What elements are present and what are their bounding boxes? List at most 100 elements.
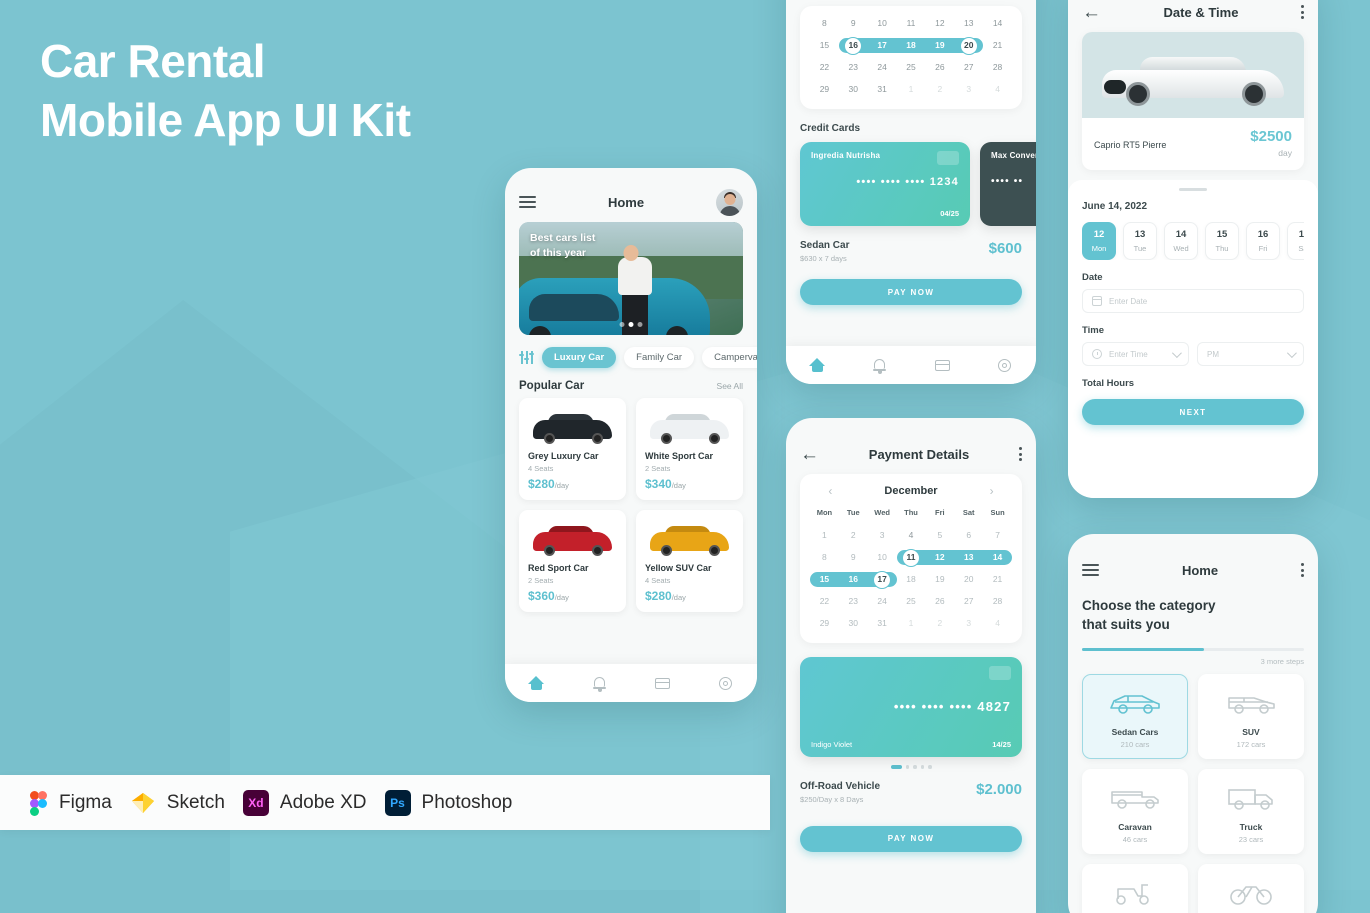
selected-car-card[interactable]: Caprio RT5 Pierre $2500 day (1082, 32, 1304, 170)
calendar-day-selected[interactable]: 17 (867, 38, 897, 53)
calendar-day[interactable]: 9 (839, 550, 868, 565)
calendar-day[interactable]: 4 (983, 82, 1012, 97)
calendar-day[interactable]: 4 (983, 616, 1012, 631)
bell-icon[interactable] (871, 357, 888, 374)
calendar-day[interactable]: 22 (810, 60, 839, 75)
avatar[interactable] (716, 188, 743, 216)
calendar-day-range-end[interactable]: 17 (867, 572, 897, 587)
calendar-day[interactable]: 3 (954, 616, 983, 631)
day-chip[interactable]: 17 Sat (1287, 222, 1304, 260)
category-card-caravan[interactable]: Caravan 46 cars (1082, 769, 1188, 855)
calendar-day[interactable]: 13 (954, 16, 983, 31)
carousel-dot[interactable] (619, 322, 625, 327)
calendar-day[interactable]: 15 (810, 38, 839, 53)
chevron-right-icon[interactable]: › (990, 484, 994, 498)
day-chip[interactable]: 16 Fri (1246, 222, 1280, 260)
calendar-day[interactable]: 3 (954, 82, 983, 97)
day-chip-selected[interactable]: 12 Mon (1082, 222, 1116, 260)
calendar-day-selected[interactable]: 14 (983, 550, 1012, 565)
calendar-day[interactable]: 5 (925, 528, 954, 543)
calendar-day[interactable]: 23 (839, 60, 868, 75)
calendar-day[interactable]: 12 (925, 16, 954, 31)
home-icon[interactable] (528, 675, 545, 692)
calendar-day[interactable]: 31 (868, 82, 897, 97)
calendar-day[interactable]: 7 (983, 528, 1012, 543)
calendar-day[interactable]: 8 (810, 550, 839, 565)
hero-banner[interactable]: Best cars list of this year (519, 222, 743, 335)
calendar-day[interactable]: 26 (925, 594, 954, 609)
gear-icon[interactable] (717, 675, 734, 692)
sliders-icon[interactable] (519, 350, 534, 365)
carousel-dot[interactable] (928, 765, 932, 769)
next-button[interactable]: NEXT (1082, 399, 1304, 425)
calendar-day[interactable]: 2 (925, 82, 954, 97)
calendar-day[interactable]: 1 (897, 616, 926, 631)
chevron-down-icon[interactable] (1171, 347, 1182, 358)
card-icon[interactable] (934, 357, 951, 374)
calendar-day[interactable]: 3 (868, 528, 897, 543)
calendar-day[interactable]: 27 (954, 594, 983, 609)
day-chip[interactable]: 14 Wed (1164, 222, 1198, 260)
calendar-day[interactable]: 28 (983, 60, 1012, 75)
category-card-suv[interactable]: SUV 172 cars (1198, 674, 1304, 760)
category-card-truck[interactable]: Truck 23 cars (1198, 769, 1304, 855)
hamburger-icon[interactable] (519, 193, 536, 211)
day-chip[interactable]: 15 Thu (1205, 222, 1239, 260)
car-card[interactable]: Yellow SUV Car 4 Seats $280/day (636, 510, 743, 612)
calendar-day[interactable]: 2 (925, 616, 954, 631)
calendar-day[interactable]: 24 (868, 60, 897, 75)
calendar-day[interactable]: 6 (954, 528, 983, 543)
kebab-icon[interactable] (1301, 560, 1304, 579)
calendar-day[interactable]: 20 (954, 572, 983, 587)
banner-carousel-dots[interactable] (619, 322, 643, 327)
calendar-day[interactable]: 4 (897, 528, 926, 543)
pay-now-button[interactable]: PAY NOW (800, 825, 1022, 852)
calendar-day[interactable]: 11 (897, 16, 926, 31)
calendar-day[interactable]: 23 (839, 594, 868, 609)
credit-card[interactable]: Max Convers •••• •• (980, 142, 1036, 226)
card-icon[interactable] (654, 675, 671, 692)
calendar-day[interactable]: 30 (839, 616, 868, 631)
filter-chip-family-car[interactable]: Family Car (624, 347, 695, 368)
chevron-down-icon[interactable] (1286, 347, 1297, 358)
calendar-day[interactable]: 14 (983, 16, 1012, 31)
hamburger-icon[interactable] (1082, 561, 1099, 579)
date-input[interactable]: Enter Date (1082, 289, 1304, 313)
calendar-day[interactable]: 28 (983, 594, 1012, 609)
back-arrow-icon[interactable]: ← (1082, 3, 1101, 22)
kebab-icon[interactable] (1019, 444, 1022, 463)
calendar-day[interactable]: 25 (897, 60, 926, 75)
calendar-day[interactable]: 19 (925, 572, 954, 587)
time-input[interactable]: Enter Time (1082, 342, 1189, 366)
filter-chip-luxury-car[interactable]: Luxury Car (542, 347, 617, 368)
carousel-dot-active[interactable] (890, 765, 902, 769)
back-arrow-icon[interactable]: ← (800, 445, 819, 464)
sheet-grabber[interactable] (1179, 188, 1207, 191)
car-card[interactable]: Red Sport Car 2 Seats $360/day (519, 510, 626, 612)
calendar-day[interactable]: 25 (897, 594, 926, 609)
day-picker[interactable]: 12 Mon 13 Tue 14 Wed 15 Thu 16 Fri 17 Sa… (1082, 222, 1304, 260)
calendar-day[interactable]: 22 (810, 594, 839, 609)
calendar-day-selected[interactable]: 15 (810, 572, 839, 587)
calendar-day[interactable]: 10 (868, 16, 897, 31)
car-card[interactable]: White Sport Car 2 Seats $340/day (636, 398, 743, 500)
calendar-day[interactable]: 31 (868, 616, 897, 631)
calendar-day[interactable]: 27 (954, 60, 983, 75)
calendar-day-range-start[interactable]: 11 (896, 550, 926, 565)
pay-now-button[interactable]: PAY NOW (800, 279, 1022, 305)
home-icon[interactable] (808, 357, 826, 374)
calendar-day-range-end[interactable]: 20 (954, 38, 984, 53)
calendar-day[interactable]: 29 (810, 616, 839, 631)
carousel-dot[interactable] (920, 765, 924, 769)
calendar-day[interactable]: 9 (839, 16, 868, 31)
credit-card-carousel[interactable]: Ingredia Nutrisha •••• •••• •••• 1234 04… (786, 142, 1036, 226)
carousel-dot[interactable] (913, 765, 917, 769)
category-card-bicycle[interactable] (1198, 864, 1304, 913)
credit-card[interactable]: •••• •••• •••• 4827 Indigo Violet 14/25 (800, 657, 1022, 757)
calendar-day[interactable]: 24 (868, 594, 897, 609)
bell-icon[interactable] (591, 675, 608, 692)
calendar-day-selected[interactable]: 13 (954, 550, 984, 565)
calendar-day[interactable]: 1 (810, 528, 839, 543)
see-all-link[interactable]: See All (717, 381, 743, 391)
day-chip[interactable]: 13 Tue (1123, 222, 1157, 260)
